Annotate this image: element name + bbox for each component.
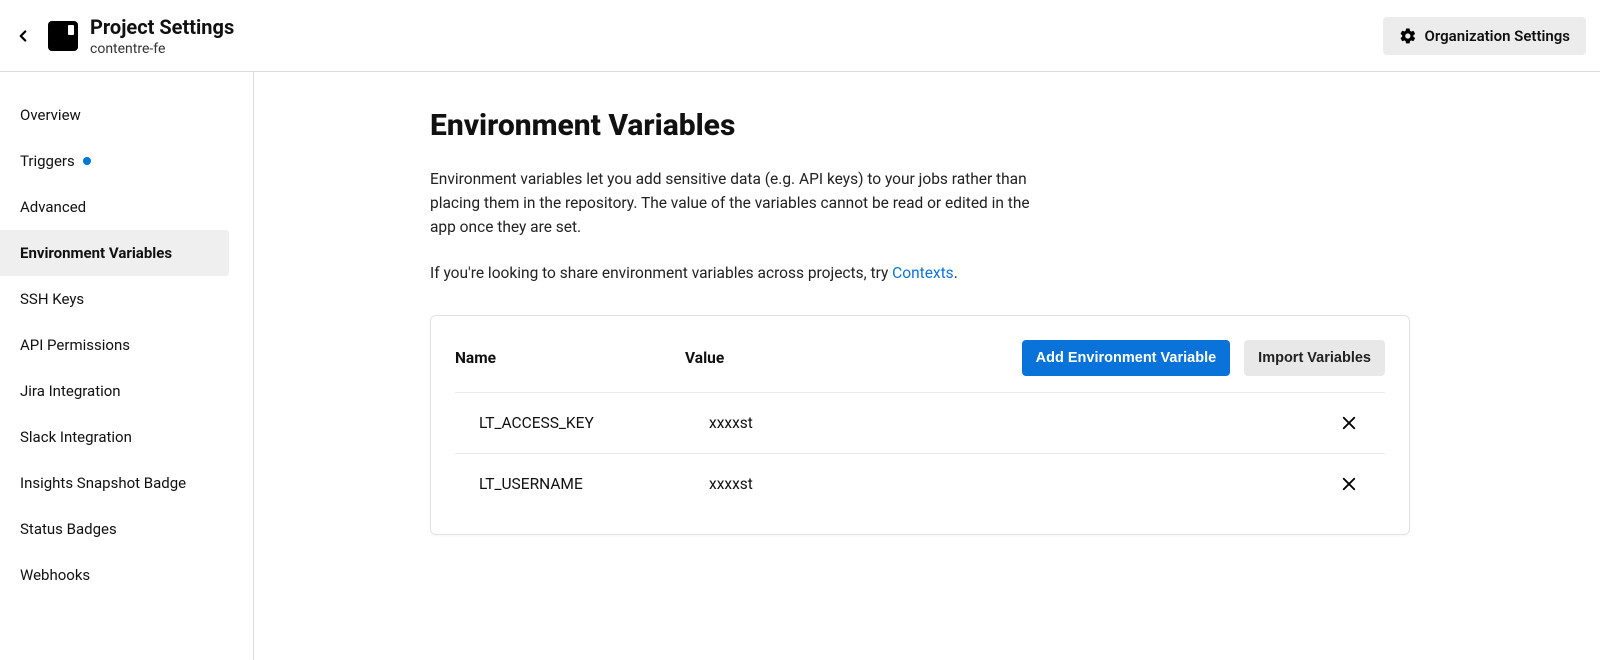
organization-settings-button[interactable]: Organization Settings xyxy=(1383,17,1586,55)
sidebar-item-environment-variables[interactable]: Environment Variables xyxy=(0,230,229,276)
add-env-var-button[interactable]: Add Environment Variable xyxy=(1022,340,1231,376)
sidebar-item-jira-integration[interactable]: Jira Integration xyxy=(0,368,229,414)
sidebar-item-label: Slack Integration xyxy=(20,428,132,446)
sidebar-item-label: Jira Integration xyxy=(20,382,121,400)
delete-env-var-button[interactable] xyxy=(1337,472,1361,496)
card-actions: Add Environment Variable Import Variable… xyxy=(1022,340,1385,376)
contexts-suffix: . xyxy=(954,264,958,282)
gear-icon xyxy=(1399,27,1417,45)
project-name: contentre-fe xyxy=(90,41,234,57)
indicator-dot xyxy=(83,157,91,165)
main: Environment Variables Environment variab… xyxy=(254,72,1600,660)
sidebar-item-label: SSH Keys xyxy=(20,290,84,308)
header-left: Project Settings contentre-fe xyxy=(10,15,234,57)
sidebar-item-label: Overview xyxy=(20,106,81,124)
close-icon xyxy=(1340,414,1358,432)
sidebar-item-label: Webhooks xyxy=(20,566,90,584)
sidebar-item-triggers[interactable]: Triggers xyxy=(0,138,229,184)
sidebar-item-label: Insights Snapshot Badge xyxy=(20,474,186,492)
organization-settings-label: Organization Settings xyxy=(1425,27,1570,45)
sidebar-item-status-badges[interactable]: Status Badges xyxy=(0,506,229,552)
card-header: Name Value Add Environment Variable Impo… xyxy=(431,316,1409,392)
header: Project Settings contentre-fe Organizati… xyxy=(0,0,1600,72)
env-var-value: xxxxst xyxy=(709,414,1337,432)
sidebar-item-ssh-keys[interactable]: SSH Keys xyxy=(0,276,229,322)
sidebar-item-label: Environment Variables xyxy=(20,244,172,262)
table-rows: LT_ACCESS_KEYxxxxstLT_USERNAMExxxxst xyxy=(431,392,1409,534)
section-description: Environment variables let you add sensit… xyxy=(430,167,1050,239)
table-row: LT_ACCESS_KEYxxxxst xyxy=(455,392,1385,453)
env-var-name: LT_ACCESS_KEY xyxy=(479,414,709,432)
contexts-hint: If you're looking to share environment v… xyxy=(430,261,1410,285)
sidebar-item-label: API Permissions xyxy=(20,336,130,354)
import-variables-button[interactable]: Import Variables xyxy=(1244,340,1385,376)
contexts-prefix: If you're looking to share environment v… xyxy=(430,264,892,282)
sidebar-item-advanced[interactable]: Advanced xyxy=(0,184,229,230)
project-icon xyxy=(48,21,78,51)
sidebar: Overview Triggers Advanced Environment Vari… xyxy=(0,72,254,660)
chevron-left-icon xyxy=(14,27,32,45)
env-var-name: LT_USERNAME xyxy=(479,475,709,493)
close-icon xyxy=(1340,475,1358,493)
sidebar-item-label: Advanced xyxy=(20,198,86,216)
table-row: LT_USERNAMExxxxst xyxy=(455,453,1385,514)
section-heading: Environment Variables xyxy=(430,108,1410,143)
sidebar-item-slack-integration[interactable]: Slack Integration xyxy=(0,414,229,460)
header-titles: Project Settings contentre-fe xyxy=(90,15,234,57)
sidebar-item-api-permissions[interactable]: API Permissions xyxy=(0,322,229,368)
main-inner: Environment Variables Environment variab… xyxy=(430,108,1410,535)
back-button[interactable] xyxy=(10,23,36,49)
table-columns: Name Value xyxy=(455,349,1022,367)
env-vars-card: Name Value Add Environment Variable Impo… xyxy=(430,315,1410,535)
page-title: Project Settings xyxy=(90,15,234,39)
env-var-value: xxxxst xyxy=(709,475,1337,493)
sidebar-item-webhooks[interactable]: Webhooks xyxy=(0,552,229,598)
column-name: Name xyxy=(455,349,685,367)
sidebar-item-overview[interactable]: Overview xyxy=(0,92,229,138)
sidebar-item-label: Status Badges xyxy=(20,520,117,538)
sidebar-item-insights-snapshot-badge[interactable]: Insights Snapshot Badge xyxy=(0,460,229,506)
sidebar-item-label: Triggers xyxy=(20,152,75,170)
column-value: Value xyxy=(685,349,724,367)
content: Overview Triggers Advanced Environment Vari… xyxy=(0,72,1600,660)
delete-env-var-button[interactable] xyxy=(1337,411,1361,435)
contexts-link[interactable]: Contexts xyxy=(892,264,954,282)
